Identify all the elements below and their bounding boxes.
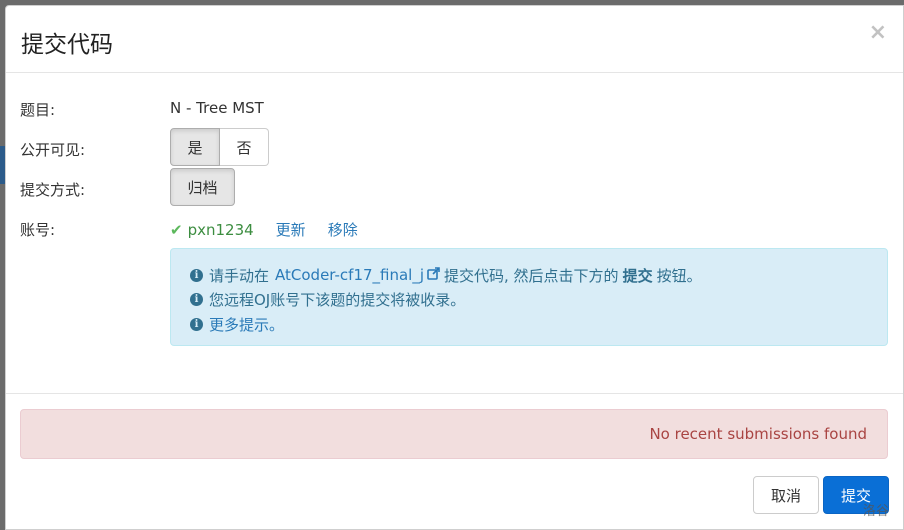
check-icon: ✔	[170, 221, 183, 239]
remove-account-link[interactable]: 移除	[328, 221, 358, 239]
update-account-link[interactable]: 更新	[276, 221, 306, 239]
visibility-no-button[interactable]: 否	[220, 128, 269, 166]
method-group: 归档	[170, 168, 235, 206]
submit-code-modal: 提交代码 × 题目: N - Tree MST 公开可见: 是 否 提交方式: …	[5, 5, 904, 530]
problem-label: 题目:	[20, 101, 56, 119]
account-name: pxn1234	[187, 221, 254, 239]
visibility-label: 公开可见:	[20, 141, 86, 159]
info-circle-icon: i	[190, 268, 203, 282]
modal-divider	[6, 393, 903, 394]
info-line-1-suffix: 按钮。	[656, 266, 702, 285]
more-tips-link[interactable]: 更多提示。	[209, 314, 284, 335]
modal-title: 提交代码	[21, 32, 113, 58]
info-circle-icon: i	[190, 317, 203, 331]
problem-value: N - Tree MST	[170, 99, 264, 117]
watermark-logo: 洛谷	[862, 504, 889, 519]
no-submissions-message: No recent submissions found	[649, 425, 867, 443]
info-alert: i 请手动在 AtCoder-cf17_final_j 提交代码, 然后点击下方…	[170, 248, 888, 346]
info-line-3: i 更多提示。	[190, 312, 887, 337]
account-label: 账号:	[20, 221, 56, 239]
info-line-1: i 请手动在 AtCoder-cf17_final_j 提交代码, 然后点击下方…	[190, 263, 887, 288]
info-line-2-text: 您远程OJ账号下该题的提交将被收录。	[209, 291, 466, 310]
archive-button[interactable]: 归档	[170, 168, 235, 206]
visibility-toggle-group: 是 否	[170, 128, 269, 166]
info-line-1-prefix: 请手动在	[209, 266, 270, 285]
method-label: 提交方式:	[20, 181, 86, 199]
info-line-1-bold: 提交	[622, 266, 653, 285]
no-submissions-alert: No recent submissions found	[20, 409, 888, 459]
close-button[interactable]: ×	[869, 20, 887, 45]
info-line-1-middle: 提交代码, 然后点击下方的	[444, 266, 619, 285]
info-line-2: i 您远程OJ账号下该题的提交将被收录。	[190, 288, 887, 313]
info-circle-icon: i	[190, 293, 203, 307]
external-link-icon[interactable]	[427, 267, 440, 283]
modal-header: 提交代码 ×	[6, 6, 903, 73]
cancel-button[interactable]: 取消	[753, 476, 819, 514]
visibility-yes-button[interactable]: 是	[170, 128, 220, 166]
account-value: ✔ pxn1234 更新 移除	[170, 219, 358, 240]
remote-problem-link[interactable]: AtCoder-cf17_final_j	[275, 266, 424, 284]
